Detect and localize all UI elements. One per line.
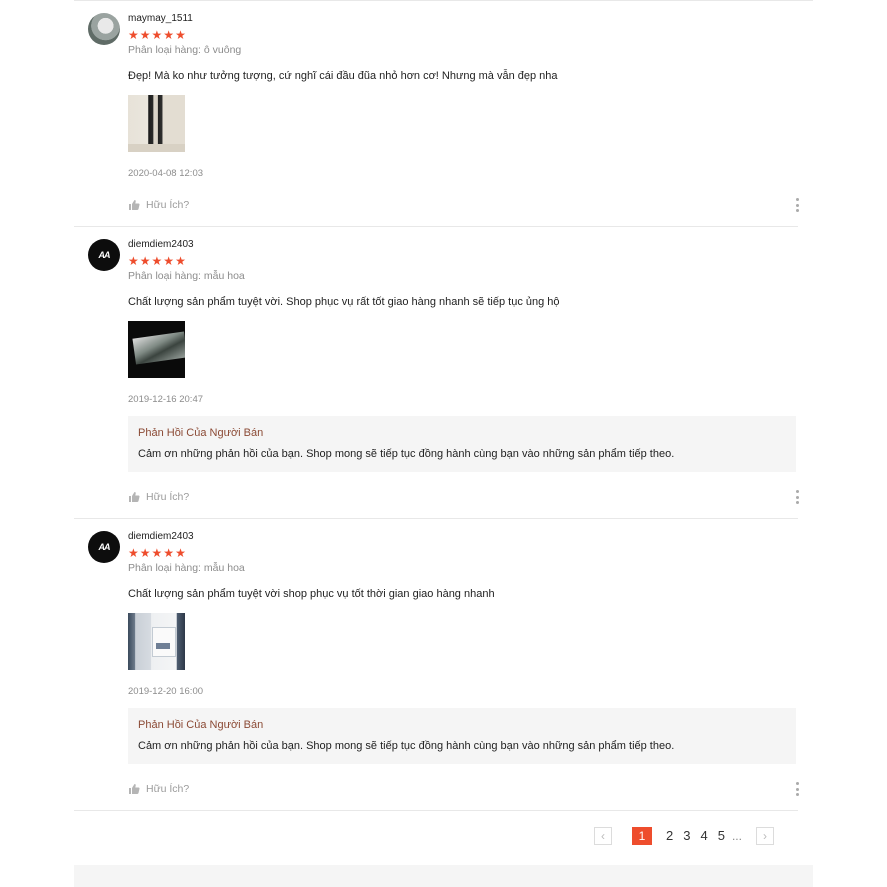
page-ellipsis: ... [731,829,742,843]
review-divider [74,518,798,519]
page-button[interactable]: 2 [666,827,673,845]
seller-reply-text: Cảm ơn những phản hồi của bạn. Shop mong… [138,448,675,460]
star-rating: ★ ★ ★ ★ ★ [128,29,798,41]
page-button[interactable]: 4 [700,827,707,845]
reviews-panel: maymay_1511 ★ ★ ★ ★ ★ Phân loại hàng: ô … [74,0,813,887]
helpful-label: Hữu Ích? [146,783,190,795]
review-timestamp: 2019-12-20 16:00 [128,686,204,697]
more-options-icon[interactable] [795,782,799,796]
thumbs-up-icon [128,783,140,795]
thumbs-up-icon [128,199,140,211]
review-username[interactable]: diemdiem2403 [128,531,798,543]
helpful-button[interactable]: Hữu Ích? [128,198,798,212]
more-options-icon[interactable] [795,198,799,212]
page-button-current[interactable]: 1 [632,827,652,845]
prev-page-button[interactable]: ‹ [594,827,612,845]
review-username[interactable]: maymay_1511 [128,13,798,25]
star-icon: ★ [151,254,163,268]
avatar[interactable] [88,13,120,45]
seller-reply: Phản Hồi Của Người Bán Cảm ơn những phản… [128,416,796,472]
star-icon: ★ [175,546,186,560]
review-timestamp: 2019-12-16 20:47 [128,394,204,405]
star-icon: ★ [151,28,163,42]
helpful-button[interactable]: Hữu Ích? [128,490,798,504]
star-icon: ★ [128,254,139,268]
review-variation: Phân loại hàng: mẫu hoa [128,270,245,282]
review-variation: Phân loại hàng: ô vuông [128,44,242,56]
seller-reply-text: Cảm ơn những phản hồi của bạn. Shop mong… [138,740,675,752]
star-icon: ★ [151,546,163,560]
seller-reply-title: Phản Hồi Của Người Bán [138,719,264,731]
review-comment: Chất lượng sản phẩm tuyệt vời. Shop phục… [128,296,560,308]
seller-reply-title: Phản Hồi Của Người Bán [138,427,264,439]
star-icon: ★ [163,254,175,268]
star-icon: ★ [163,546,175,560]
page-button[interactable]: 3 [683,827,690,845]
thumbs-up-icon [128,491,140,503]
helpful-label: Hữu Ích? [146,491,190,503]
star-icon: ★ [163,28,175,42]
page-button[interactable]: 5 [718,827,725,845]
review-timestamp: 2020-04-08 12:03 [128,168,204,179]
pagination: ‹ 1 2 3 4 5 ... › [594,826,774,846]
helpful-button[interactable]: Hữu Ích? [128,782,798,796]
star-icon: ★ [139,28,151,42]
star-icon: ★ [128,28,139,42]
star-icon: ★ [175,28,186,42]
chevron-right-icon: › [762,829,767,843]
star-rating: ★ ★ ★ ★ ★ [128,547,798,559]
star-icon: ★ [139,254,151,268]
star-icon: ★ [139,546,151,560]
helpful-label: Hữu Ích? [146,199,190,211]
review-divider [74,226,798,227]
review-variation: Phân loại hàng: mẫu hoa [128,562,245,574]
review-photo-thumbnail[interactable] [128,95,185,152]
avatar[interactable]: AA [88,239,120,271]
avatar[interactable]: AA [88,531,120,563]
review-photo-thumbnail[interactable] [128,613,185,670]
star-icon: ★ [128,546,139,560]
review-photo-thumbnail[interactable] [128,321,185,378]
star-rating: ★ ★ ★ ★ ★ [128,255,798,267]
review-comment: Chất lượng sản phẩm tuyệt vời shop phục … [128,588,495,600]
review-comment: Đẹp! Mà ko như tưởng tượng, cứ nghĩ cái … [128,70,558,82]
review-username[interactable]: diemdiem2403 [128,239,798,251]
seller-reply: Phản Hồi Của Người Bán Cảm ơn những phản… [128,708,796,764]
next-page-button[interactable]: › [755,827,774,845]
more-options-icon[interactable] [795,490,799,504]
footer-band [74,865,813,887]
chevron-left-icon: ‹ [601,829,605,843]
star-icon: ★ [175,254,186,268]
review-divider [74,810,798,811]
